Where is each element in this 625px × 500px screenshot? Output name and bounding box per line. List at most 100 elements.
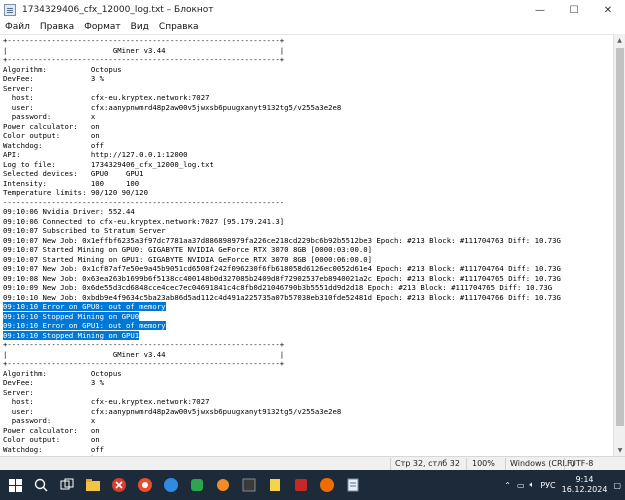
menu-view[interactable]: Вид	[126, 20, 154, 34]
text-line[interactable]: Algorithm: Octopus	[3, 369, 613, 379]
orange-circle-app-icon[interactable]	[316, 474, 338, 496]
menu-file[interactable]: Файл	[0, 20, 35, 34]
text-line[interactable]: +---------------------------------------…	[3, 340, 613, 350]
text-line[interactable]: user: cfx:aanypnwmrd48p2aw00v5jwxsb6puug…	[3, 407, 613, 417]
start-icon[interactable]	[4, 474, 26, 496]
text-line[interactable]: Server:	[3, 388, 613, 398]
text-editor[interactable]: +---------------------------------------…	[0, 34, 613, 456]
line-text: Temperature limits: 90/120 90/120	[3, 188, 148, 197]
line-text: 09:10:07 Started Mining on GPU1: GIGABYT…	[3, 254, 373, 264]
text-line[interactable]: 09:10:07 Started Mining on GPU1: GIGABYT…	[3, 255, 613, 265]
text-line[interactable]: 09:10:07 New Job: 0x1cf87af7e50e9a45b905…	[3, 264, 613, 274]
text-line[interactable]: 09:10:07 Subscribed to Stratum Server	[3, 226, 613, 236]
yellow-app-icon[interactable]	[264, 474, 286, 496]
text-line[interactable]: DevFee: 3 %	[3, 74, 613, 84]
text-line[interactable]: 09:10:08 New Job: 0x63ea263b1699b6f5138c…	[3, 274, 613, 284]
task-view-icon[interactable]	[56, 474, 78, 496]
chevron-up-icon[interactable]: ⌃	[504, 481, 511, 490]
text-line[interactable]: 09:10:10 Stopped Mining on GPU0	[3, 311, 613, 322]
line-text: ----------------------------------------…	[3, 197, 285, 207]
language-indicator[interactable]: РУС	[540, 481, 555, 490]
text-line[interactable]: 09:10:10 Error on GPU0: out of memory	[3, 302, 613, 312]
text-line[interactable]: Algorithm: Octopus	[3, 65, 613, 75]
text-line[interactable]: 09:10:06 Connected to cfx-eu.kryptex.net…	[3, 217, 613, 227]
line-text: Algorithm: Octopus	[3, 64, 122, 74]
cursor-position: Стр 32, стлб 32	[395, 459, 460, 468]
text-line[interactable]: ----------------------------------------…	[3, 198, 613, 208]
line-text: Intensity: 100 100	[3, 178, 140, 188]
line-text: | GMiner v3.44 |	[3, 349, 285, 359]
menu-help[interactable]: Справка	[154, 20, 204, 34]
text-line[interactable]: user: cfx:aanypnwmrd48p2aw00v5jwxsb6puug…	[3, 103, 613, 113]
clock-date: 16.12.2024	[561, 485, 608, 494]
text-line[interactable]: +---------------------------------------…	[3, 55, 613, 65]
menu-format[interactable]: Формат	[79, 20, 126, 34]
text-line[interactable]: 09:10:10 New Job: 0xbdb9e4f9634c5ba23ab8…	[3, 293, 613, 303]
text-line[interactable]: Log to file: 1734329406_cfx_12000_log.tx…	[3, 160, 613, 170]
search-icon[interactable]	[30, 474, 52, 496]
line-text: Watchdog: off	[3, 444, 105, 454]
line-text: +---------------------------------------…	[3, 359, 285, 368]
text-line[interactable]: 09:10:06 Nvidia Driver: 552.44	[3, 207, 613, 217]
clock[interactable]: 9:14 16.12.2024	[562, 475, 608, 495]
text-line[interactable]: +---------------------------------------…	[3, 36, 613, 46]
blue-app-icon[interactable]	[160, 474, 182, 496]
editor-text[interactable]: +---------------------------------------…	[0, 35, 613, 456]
minimize-button[interactable]: —	[523, 0, 557, 20]
scroll-down-icon[interactable]: ▼	[614, 444, 625, 456]
text-line[interactable]: Power calculator: on	[3, 122, 613, 132]
scroll-thumb[interactable]	[616, 48, 624, 426]
text-line[interactable]: Watchdog: off	[3, 445, 613, 455]
dark-app-icon[interactable]	[238, 474, 260, 496]
text-line[interactable]: Server:	[3, 84, 613, 94]
cross-app-icon[interactable]	[108, 474, 130, 496]
line-text: Watchdog: off	[3, 140, 105, 150]
text-line[interactable]: host: cfx-eu.kryptex.network:7027	[3, 397, 613, 407]
text-line[interactable]: Temperature limits: 90/120 90/120	[3, 188, 613, 198]
text-line[interactable]: Watchdog: off	[3, 141, 613, 151]
scroll-up-icon[interactable]: ▲	[614, 34, 625, 46]
notepad-taskbar-icon[interactable]	[342, 474, 364, 496]
line-text: | GMiner v3.44 |	[3, 45, 285, 55]
text-line[interactable]: Intensity: 100 100	[3, 179, 613, 189]
text-line[interactable]: 09:10:07 Started Mining on GPU0: GIGABYT…	[3, 245, 613, 255]
selected-text: 09:10:10 Stopped Mining on GPU1	[3, 330, 140, 340]
text-line[interactable]: password: x	[3, 112, 613, 122]
text-line[interactable]: 09:10:09 New Job: 0x6de55d3cd6848cce4cec…	[3, 283, 613, 293]
line-text: host: cfx-eu.kryptex.network:7027	[3, 397, 210, 406]
text-line[interactable]: | GMiner v3.44 |	[3, 350, 613, 360]
status-divider	[390, 458, 391, 470]
text-line[interactable]: 09:10:10 Error on GPU1: out of memory	[3, 321, 613, 331]
selected-text: 09:10:10 Error on GPU0: out of memory	[3, 302, 166, 311]
text-line[interactable]: 09:10:07 New Job: 0x1effbf6235a3f97dc778…	[3, 236, 613, 246]
window-title: 1734329406_cfx_12000_log.txt – Блокнот	[22, 5, 214, 15]
file-explorer-icon[interactable]	[82, 474, 104, 496]
close-button[interactable]: ✕	[591, 0, 625, 20]
text-line[interactable]: Power calculator: on	[3, 426, 613, 436]
vertical-scrollbar[interactable]: ▲ ▼	[613, 34, 625, 456]
text-line[interactable]: | GMiner v3.44 |	[3, 46, 613, 56]
maximize-button[interactable]: ☐	[557, 0, 591, 20]
text-line[interactable]: host: cfx-eu.kryptex.network:7027	[3, 93, 613, 103]
line-text: API: http://127.0.0.1:12000	[3, 150, 188, 159]
text-line[interactable]: Color output: on	[3, 435, 613, 445]
menu-edit[interactable]: Правка	[35, 20, 79, 34]
notifications-icon[interactable]: ▢	[613, 481, 621, 490]
line-text: Server:	[3, 387, 34, 397]
text-line[interactable]: Selected devices: GPU0 GPU1	[3, 169, 613, 179]
browser-icon[interactable]	[134, 474, 156, 496]
volume-icon[interactable]: 🔈︎	[530, 480, 535, 490]
network-icon[interactable]: ▭	[517, 481, 525, 490]
text-line[interactable]: 09:10:10 Stopped Mining on GPU1	[3, 330, 613, 341]
text-line[interactable]: DevFee: 3 %	[3, 378, 613, 388]
text-line[interactable]: API: http://127.0.0.1:12000	[3, 150, 613, 160]
green-app-icon[interactable]	[186, 474, 208, 496]
text-line[interactable]: +---------------------------------------…	[3, 359, 613, 369]
text-line[interactable]: password: x	[3, 416, 613, 426]
line-text: Algorithm: Octopus	[3, 368, 122, 378]
text-line[interactable]: Color output: on	[3, 131, 613, 141]
red-app-icon[interactable]	[290, 474, 312, 496]
orange-app-icon[interactable]	[212, 474, 234, 496]
line-text: password: x	[3, 416, 96, 425]
line-text: +---------------------------------------…	[3, 36, 285, 45]
